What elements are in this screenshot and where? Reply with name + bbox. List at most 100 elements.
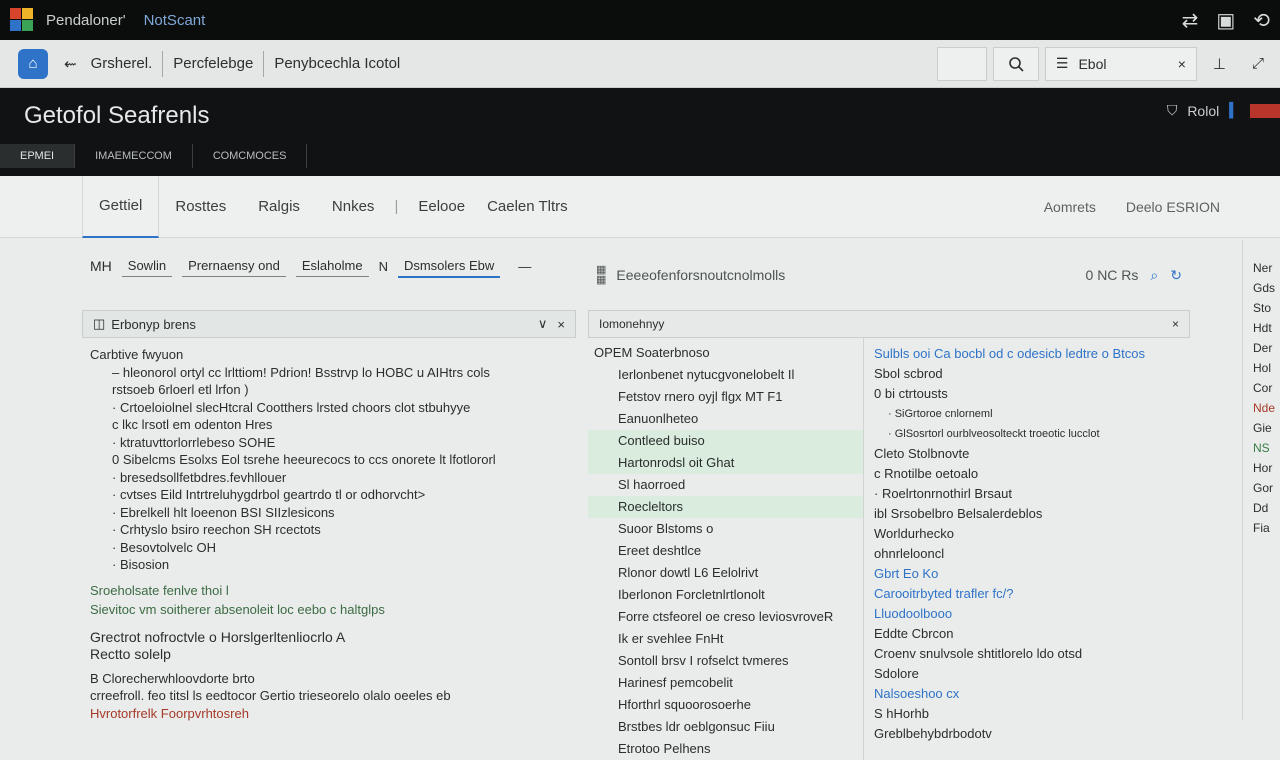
list-item[interactable]: Eanuonlheteo	[588, 408, 863, 430]
nav-bar: Gettiel Rosttes Ralgis Nnkes | Eelooe Ca…	[0, 175, 1280, 238]
list-item[interactable]: Sl haorroed	[588, 474, 863, 496]
tab-routes[interactable]: Rosttes	[159, 176, 242, 238]
list-item[interactable]: Suoor Blstoms o	[588, 518, 863, 540]
left-section-title: Erbonyp brens	[111, 316, 196, 332]
tree-item[interactable]: · Bisosion	[90, 556, 576, 574]
minimize-icon[interactable]: —	[518, 259, 531, 274]
tree-item[interactable]: · ktratuvttorlorrlebeso SOHE	[90, 434, 576, 452]
tree-item[interactable]: · Ebrelkell hlt loeenon BSI SIIzlesicons	[90, 504, 576, 522]
detail-line: Cleto Stolbnovte	[874, 446, 970, 461]
right-panel: Ner Gds Sto Hdt Der Hol Cor Nde Gie NS Hor Gor Dd Fia	[1242, 240, 1280, 720]
chevron-down-icon[interactable]: ∨	[538, 316, 548, 332]
window-title: Pendaloner'	[46, 11, 126, 29]
refresh-icon[interactable]: ⟲	[1253, 8, 1270, 33]
tree-item[interactable]: c lkc lrsotl em odenton Hres	[90, 416, 576, 434]
list-item[interactable]: Ereet deshtlce	[588, 540, 863, 562]
refresh-status[interactable]: 0 NC Rs	[1086, 267, 1139, 284]
detail-line: Sulbls ooi Ca bocbl od c odesicb ledtre …	[874, 346, 1145, 361]
tree-item[interactable]: Carbtive fwyuon	[90, 346, 576, 364]
list-item[interactable]: Iberlonon Forcletnlrtlonolt	[588, 584, 863, 606]
list-item[interactable]: Forre ctsfeorel oe creso leviosvroveR	[588, 606, 863, 628]
tree-item[interactable]: 0 Sibelcms Esolxs Eol tsrehe heeurecocs …	[90, 451, 576, 469]
filter-chip-3[interactable]: Eslaholme	[295, 255, 369, 277]
detail-line: · SiGrtoroe cnlorneml	[888, 408, 993, 420]
middle-panel: ▦ ▦ Eeeeofenforsnoutcnolmolls 0 NC Rs ⌕ ↻…	[588, 240, 1190, 760]
brand-label: NotScant	[143, 11, 206, 29]
filter-chip-active[interactable]: Dsmsolers Ebw	[397, 255, 501, 278]
list-item[interactable]: Contleed buiso	[588, 430, 863, 452]
detail-line: ibl Srsobelbro Belsalerdeblos	[874, 506, 1043, 521]
tree-item[interactable]: Rectto solelp	[90, 646, 576, 664]
list-item[interactable]: Sontoll brsv I rofselct tvmeres	[588, 650, 863, 672]
nav-right-1[interactable]: Aomrets	[1044, 199, 1096, 215]
filter-chip-1[interactable]: Sowlin	[121, 255, 173, 277]
tree-item[interactable]: B Clorecherwhloovdorte brto	[90, 670, 576, 688]
detail-line: Sdolore	[874, 666, 919, 681]
toolbar-blank-field[interactable]	[936, 46, 987, 81]
detail-line: Eddte Cbrcon	[874, 626, 954, 641]
toolbar-item-2[interactable]: Percfelebge	[163, 50, 263, 78]
toolbar-item-3[interactable]: Penybcechla Icotol	[264, 50, 410, 78]
tree-item[interactable]: · Besovtolvelc OH	[90, 539, 576, 557]
list-item[interactable]: Etrotoo Pelhens	[588, 738, 863, 760]
filter-chip-2[interactable]: Prernaensy ond	[182, 255, 286, 277]
search-icon	[1009, 56, 1024, 72]
filter-n[interactable]: N	[379, 259, 388, 274]
right-panel-item: Nde	[1253, 401, 1276, 415]
nav-right-2[interactable]: Deelo ESRION	[1126, 199, 1220, 215]
tree-item[interactable]: Sievitoc vm soitherer absenoleit loc eeb…	[90, 601, 576, 619]
left-section-header[interactable]: ◫ Erbonyp brens ∨ ×	[82, 310, 576, 338]
right-panel-item: Hol	[1253, 361, 1272, 375]
list-item[interactable]: Fetstov rnero oyjl flgx MT F1	[588, 386, 863, 408]
sub-tab-2[interactable]: ІМАЕМЕССОМ	[75, 144, 193, 168]
tab-extra-2[interactable]: Caelen Tltrs	[471, 176, 584, 238]
tab-nikes[interactable]: Nnkes	[316, 176, 391, 238]
search-field[interactable]: ☰ Ebol ×	[1044, 46, 1197, 81]
list-item[interactable]: OPEM Soaterbnoso	[588, 342, 863, 364]
tree-item[interactable]: · Crtoeloiolnel slecHtcral Cootthers lrs…	[90, 399, 576, 417]
clear-icon[interactable]: ×	[1178, 56, 1186, 72]
sub-tab-3[interactable]: СОМСМОСЕS	[193, 144, 308, 168]
detail-line: · Roelrtonrnothirl Brsaut	[874, 486, 1012, 501]
tree-item[interactable]: rstsoeb 6rloerl etl lrfon )	[90, 381, 576, 399]
search-button[interactable]	[992, 46, 1039, 81]
list-item[interactable]: Harinesf pemcobelit	[588, 672, 863, 694]
list-item[interactable]: Hforthrl squoorosoerhe	[588, 694, 863, 716]
list-item[interactable]: Roecleltors	[588, 496, 863, 518]
home-icon[interactable]: ⌂	[18, 48, 48, 79]
tree-item[interactable]: Hvrotorfrelk Foorpvrhtosreh	[90, 705, 576, 723]
window-icon[interactable]: ▣	[1216, 8, 1235, 33]
list-item[interactable]: Hartonrodsl oit Ghat	[588, 452, 863, 474]
sub-tab-1[interactable]: ЕРМЕІ	[0, 144, 76, 168]
filter-row: MH Sowlin Prernaensy ond Eslaholme N Dsm…	[82, 240, 576, 292]
download-icon[interactable]: ⊥	[1203, 50, 1236, 78]
tab-extra[interactable]: Eelooe	[402, 176, 471, 238]
tree-item[interactable]: · cvtses Eild Intrtreluhygdrbol geartrdo…	[90, 486, 576, 504]
tree-item[interactable]: · bresedsollfetbdres.fevhllouer	[90, 469, 576, 487]
tree-item[interactable]: · Crhtyslo bsiro reechon SH rcectots	[90, 521, 576, 539]
tree-item[interactable]: crreefroll. feo titsl ls eedtocor Gertio…	[90, 687, 576, 705]
tab-ranges[interactable]: Ralgis	[242, 176, 316, 238]
close-icon[interactable]: ×	[1172, 317, 1179, 331]
expand-icon[interactable]: ⤢	[1242, 50, 1274, 78]
swap-icon[interactable]: ⇄	[1182, 8, 1199, 33]
search-label: Ebol	[1078, 55, 1107, 72]
tree-item[interactable]: Grectrot nofroctvle o Horslgerltenliocrl…	[90, 629, 576, 647]
filter-mh[interactable]: MH	[90, 258, 112, 274]
list-item[interactable]: Rlonor dowtl L6 Eelolrivt	[588, 562, 863, 584]
toolbar-item-1[interactable]: Grsherel.	[81, 50, 163, 78]
tree-item[interactable]: – hleonorol ortyl cc lrlttiom! Pdrion! B…	[90, 364, 576, 382]
detail-line: Gbrt Eo Ko	[874, 566, 939, 581]
tab-general[interactable]: Gettiel	[82, 175, 160, 238]
close-icon[interactable]: ×	[557, 317, 565, 332]
tree-item[interactable]: Sroeholsate fenlve thoi l	[90, 582, 576, 600]
sync-icon[interactable]: ↻	[1170, 267, 1182, 284]
search-icon[interactable]: ⌕	[1150, 267, 1158, 284]
list-item[interactable]: Ik er svehlee FnHt	[588, 628, 863, 650]
list-item[interactable]: Brstbes ldr oeblgonsuc Fiiu	[588, 716, 863, 738]
header-user-label[interactable]: Rolol	[1187, 103, 1219, 119]
alert-badge[interactable]	[1250, 103, 1280, 118]
list-item[interactable]: Ierlonbenet nytucgvonelobelt Il	[588, 364, 863, 386]
back-icon[interactable]: ⇜	[60, 50, 81, 78]
right-panel-item: Gor	[1253, 481, 1274, 495]
